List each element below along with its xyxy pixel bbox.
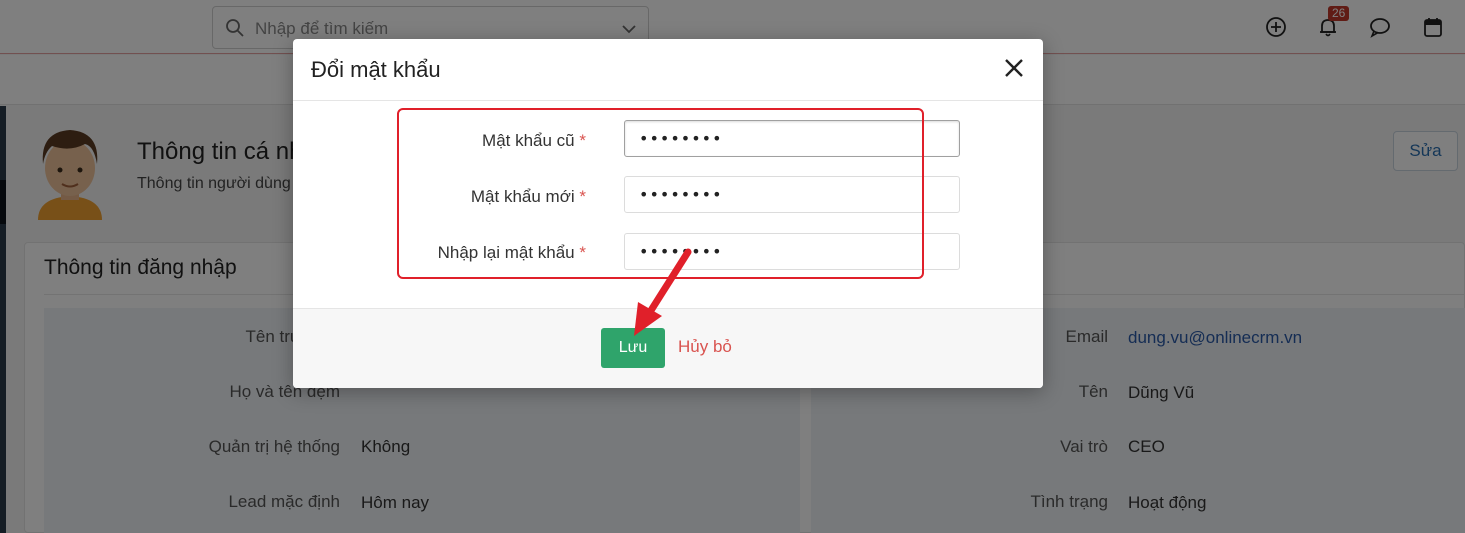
change-password-modal: Đổi mật khẩu Mật khẩu cũ * •••••••• Mật … <box>293 39 1043 388</box>
modal-header-divider <box>293 100 1043 101</box>
modal-footer <box>293 309 1043 388</box>
save-button[interactable]: Lưu <box>601 328 665 368</box>
highlight-box <box>397 108 924 279</box>
cancel-link[interactable]: Hủy bỏ <box>678 337 732 357</box>
close-icon[interactable] <box>1001 55 1027 81</box>
modal-title: Đổi mật khẩu <box>311 57 441 82</box>
